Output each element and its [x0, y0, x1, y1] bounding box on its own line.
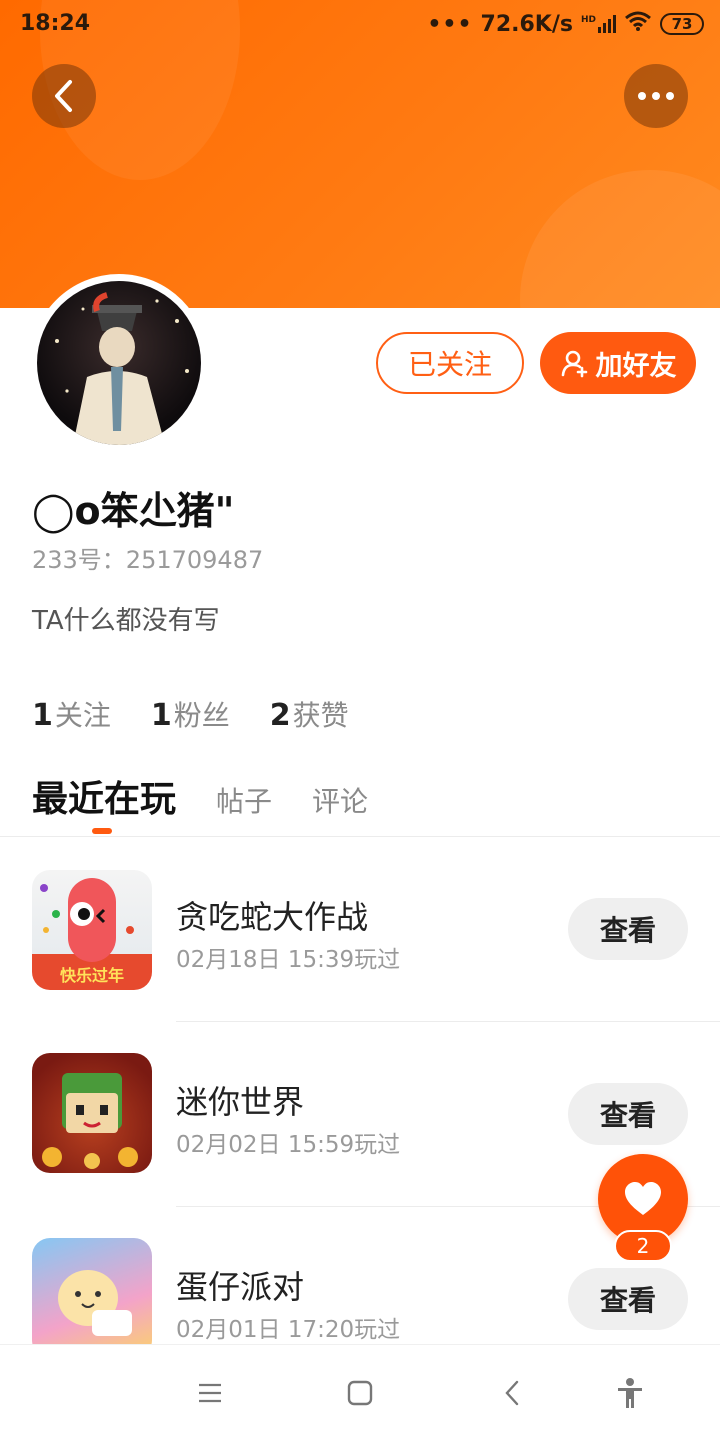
more-dots-icon	[638, 92, 674, 100]
stat-following-count: 1	[32, 698, 53, 733]
home-square-icon[interactable]	[342, 1375, 378, 1411]
view-button[interactable]: 查看	[568, 1083, 688, 1145]
tab-recently-played[interactable]: 最近在玩	[32, 770, 176, 834]
chevron-left-icon	[55, 80, 72, 112]
add-friend-label: 加好友	[595, 350, 677, 382]
stat-following-label: 关注	[54, 699, 111, 732]
avatar-illustration	[55, 292, 189, 445]
status-time: 18:24	[20, 11, 91, 36]
back-button[interactable]	[32, 64, 96, 128]
more-options-button[interactable]	[624, 64, 688, 128]
accessibility-icon[interactable]	[612, 1375, 648, 1411]
stat-followers-label: 粉丝	[173, 699, 230, 732]
avatar[interactable]	[30, 274, 208, 452]
user-id: 233号：251709487	[32, 546, 264, 574]
tab-comments[interactable]: 评论	[312, 780, 368, 820]
status-bar: 18:24 ••• 72.6K/s HD 73	[0, 0, 720, 50]
heart-icon	[625, 1182, 661, 1215]
stat-followers[interactable]: 1 粉丝	[151, 694, 230, 734]
network-type-badge: HD	[580, 15, 596, 25]
game-icon-snake: 快乐过年	[32, 870, 152, 990]
tab-posts[interactable]: 帖子	[216, 780, 272, 820]
add-user-icon	[561, 350, 587, 378]
username: ◯o笨尐猪"	[32, 489, 235, 533]
wifi-icon	[624, 11, 652, 37]
network-speed: 72.6K/s	[480, 11, 573, 37]
stats-row: 1 关注 1 粉丝 2 获赞	[32, 694, 349, 734]
view-button[interactable]: 查看	[568, 898, 688, 960]
add-friend-button[interactable]: 加好友	[540, 332, 696, 394]
game-played-time: 02月02日 15:59玩过	[176, 1132, 401, 1158]
stat-followers-count: 1	[150, 698, 172, 733]
game-icon-snake-text: 快乐过年	[60, 966, 124, 985]
menu-icon[interactable]	[192, 1375, 228, 1411]
game-played-time: 02月01日 17:20玩过	[176, 1317, 401, 1343]
stat-likes-label: 获赞	[292, 699, 349, 732]
game-icon-mini-world	[32, 1053, 152, 1173]
followed-button[interactable]: 已关注	[376, 332, 524, 394]
more-dots-indicator: •••	[427, 11, 473, 37]
system-nav-bar	[0, 1344, 720, 1440]
profile-tabs: 最近在玩 帖子 评论	[32, 770, 368, 834]
view-button[interactable]: 查看	[568, 1268, 688, 1330]
stat-likes-count: 2	[269, 698, 291, 733]
game-icon-eggy-party	[32, 1238, 152, 1344]
signal-icon: HD	[581, 15, 616, 33]
list-item[interactable]: 快乐过年 贪吃蛇大作战 02月18日 15:39玩过 查看	[0, 836, 720, 1022]
back-icon[interactable]	[494, 1375, 530, 1411]
game-title: 贪吃蛇大作战	[176, 898, 369, 936]
battery-indicator: 73	[660, 13, 704, 35]
like-count-badge: 2	[614, 1230, 672, 1262]
game-title: 蛋仔派对	[176, 1268, 305, 1306]
stat-likes[interactable]: 2 获赞	[270, 694, 349, 734]
bio: TA什么都没有写	[32, 606, 220, 636]
game-title: 迷你世界	[176, 1083, 305, 1121]
stat-following[interactable]: 1 关注	[32, 694, 111, 734]
game-played-time: 02月18日 15:39玩过	[176, 947, 401, 973]
